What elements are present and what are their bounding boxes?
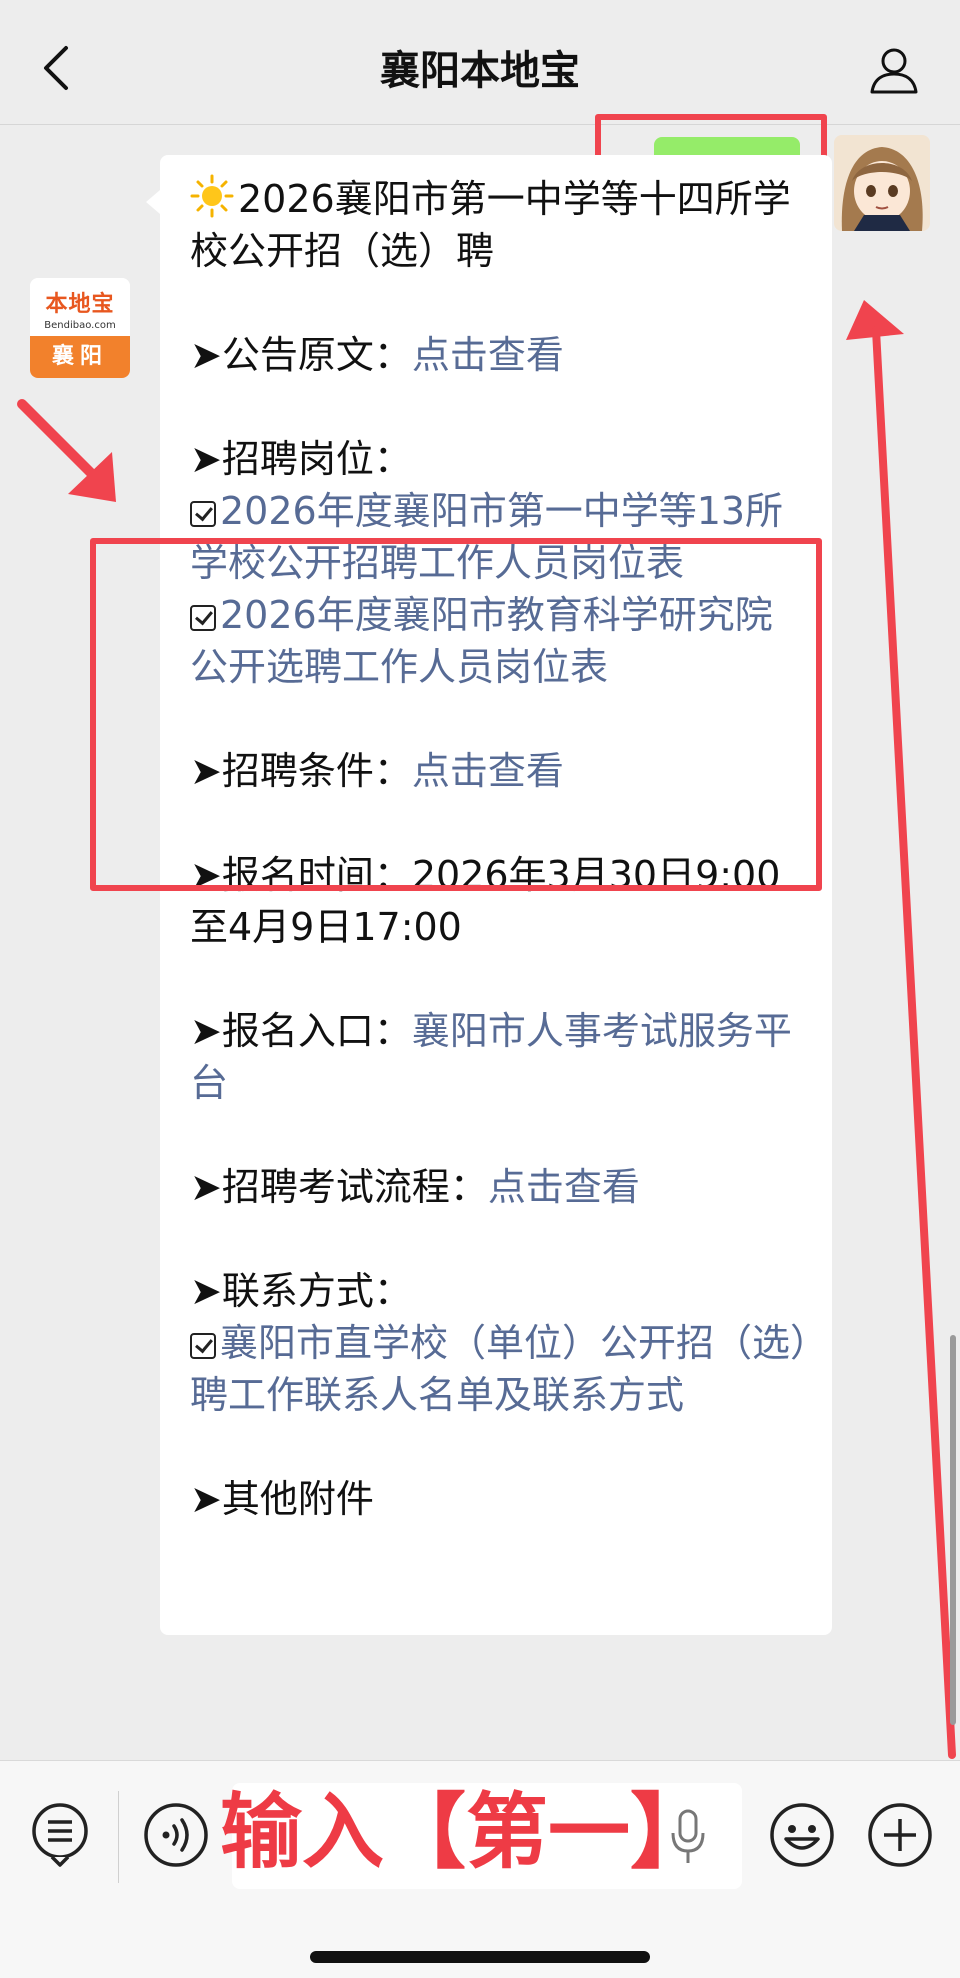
exam-process-link[interactable]: 点击查看	[488, 1165, 640, 1209]
contact-link[interactable]: 襄阳市直学校（单位）公开招（选）聘工作联系人名单及联系方式	[190, 1321, 809, 1417]
logo-brand: 本地宝	[45, 292, 115, 317]
contact-label: ➤联系方式：	[190, 1269, 412, 1313]
logo-city: 襄阳	[30, 336, 130, 378]
scroll-up-arrow-icon	[846, 300, 956, 1759]
attachments-row: ➤其他附件	[190, 1473, 810, 1525]
announcement-link[interactable]: 点击查看	[412, 333, 564, 377]
logo-top: 本地宝 Bendibao.com	[30, 278, 130, 334]
sun-icon	[190, 174, 234, 218]
contact-item[interactable]: 襄阳市直学校（单位）公开招（选）聘工作联系人名单及联系方式	[190, 1317, 810, 1421]
menu-list-icon[interactable]	[26, 1801, 94, 1869]
article-title-block: 2026襄阳市第一中学等十四所学校公开招（选）聘	[190, 173, 810, 277]
article-title: 2026襄阳市第一中学等十四所学校公开招（选）聘	[190, 177, 791, 273]
announcement-label: ➤公告原文：	[190, 333, 412, 377]
page-title: 襄阳本地宝	[380, 48, 580, 94]
voice-mode-icon[interactable]	[142, 1801, 210, 1869]
plus-icon[interactable]	[866, 1801, 934, 1869]
anime-avatar-icon	[834, 135, 930, 231]
checkbox-icon	[190, 1333, 216, 1359]
message-tail	[146, 190, 160, 214]
account-avatar[interactable]: 本地宝 Bendibao.com 襄阳	[30, 278, 130, 378]
emoji-icon[interactable]	[768, 1801, 836, 1869]
attachments-label: ➤其他附件	[190, 1477, 374, 1521]
bar-divider	[118, 1791, 119, 1883]
exam-process-row: ➤招聘考试流程：点击查看	[190, 1161, 810, 1213]
exam-process-label: ➤招聘考试流程：	[190, 1165, 488, 1209]
scroll-indicator[interactable]	[950, 1335, 956, 1725]
registration-entry-label: ➤报名入口：	[190, 1009, 412, 1053]
home-indicator[interactable]	[310, 1951, 650, 1963]
microphone-icon[interactable]	[668, 1809, 708, 1865]
user-profile-icon[interactable]	[868, 44, 920, 96]
positions-highlight	[90, 538, 822, 891]
logo-url: Bendibao.com	[44, 320, 116, 331]
contact-block: ➤联系方式： 襄阳市直学校（单位）公开招（选）聘工作联系人名单及联系方式	[190, 1265, 810, 1421]
chat-header: 襄阳本地宝	[0, 0, 960, 125]
positions-label: ➤招聘岗位：	[190, 437, 412, 481]
user-avatar[interactable]	[834, 135, 930, 231]
checkbox-icon	[190, 501, 216, 527]
reply-message-card: 2026襄阳市第一中学等十四所学校公开招（选）聘 ➤公告原文：点击查看 ➤招聘岗…	[160, 155, 832, 1635]
input-instruction-overlay: 输入【第一】	[220, 1785, 713, 1880]
registration-entry-row: ➤报名入口：襄阳市人事考试服务平台	[190, 1005, 810, 1109]
input-bar: 输入【第一】	[0, 1760, 960, 1978]
pointer-arrow-icon	[17, 399, 116, 502]
announcement-row: ➤公告原文：点击查看	[190, 329, 810, 381]
